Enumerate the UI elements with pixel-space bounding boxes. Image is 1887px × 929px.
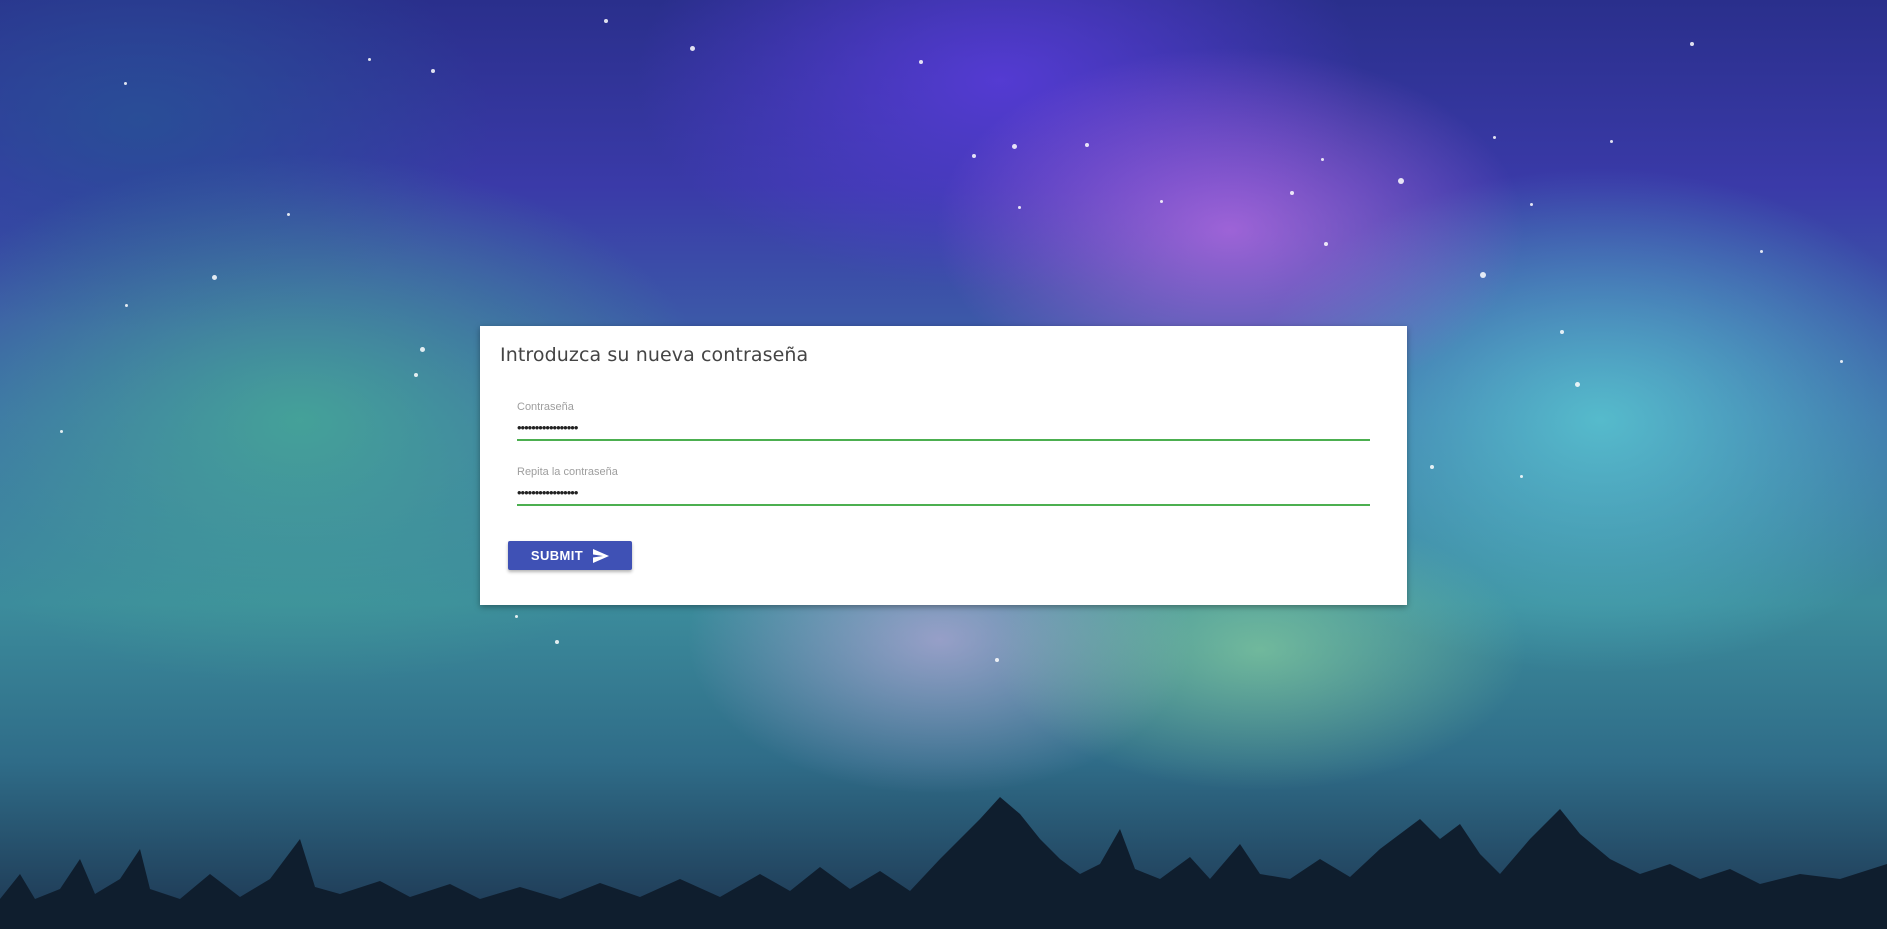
send-icon — [593, 548, 610, 563]
star — [431, 69, 435, 73]
star — [1430, 465, 1434, 469]
star — [1610, 140, 1613, 143]
star — [1324, 242, 1328, 246]
password-label: Contraseña — [517, 401, 574, 413]
star — [604, 19, 608, 23]
star — [1480, 272, 1486, 278]
star — [1840, 360, 1843, 363]
star — [1085, 143, 1089, 147]
star — [1398, 178, 1404, 184]
star — [1530, 203, 1533, 206]
password-reset-card: Introduzca su nueva contraseña Contraseñ… — [480, 326, 1407, 605]
password-field: Contraseña — [517, 401, 1370, 441]
submit-button[interactable]: SUBMIT — [508, 541, 632, 570]
repeat-password-label: Repita la contraseña — [517, 466, 618, 478]
star — [1160, 200, 1163, 203]
star — [1290, 191, 1294, 195]
star — [1012, 144, 1017, 149]
star — [368, 58, 371, 61]
star — [414, 373, 418, 377]
star — [555, 640, 559, 644]
star — [690, 46, 695, 51]
star — [1018, 206, 1021, 209]
submit-label: SUBMIT — [530, 548, 584, 563]
repeat-password-field: Repita la contraseña — [517, 466, 1370, 506]
star — [1690, 42, 1694, 46]
star — [60, 430, 63, 433]
star — [1760, 250, 1763, 253]
star — [1560, 330, 1564, 334]
star — [1493, 136, 1496, 139]
star — [1321, 158, 1324, 161]
treeline-silhouette — [0, 797, 1887, 929]
star — [1575, 382, 1580, 387]
star — [287, 213, 290, 216]
star — [124, 82, 127, 85]
star — [212, 275, 217, 280]
star — [420, 347, 425, 352]
star — [515, 615, 518, 618]
star — [919, 60, 923, 64]
repeat-password-input[interactable] — [517, 480, 1370, 506]
star — [972, 154, 976, 158]
star — [995, 658, 999, 662]
card-title: Introduzca su nueva contraseña — [500, 344, 809, 366]
password-input[interactable] — [517, 415, 1370, 441]
star — [125, 304, 128, 307]
star — [1520, 475, 1523, 478]
